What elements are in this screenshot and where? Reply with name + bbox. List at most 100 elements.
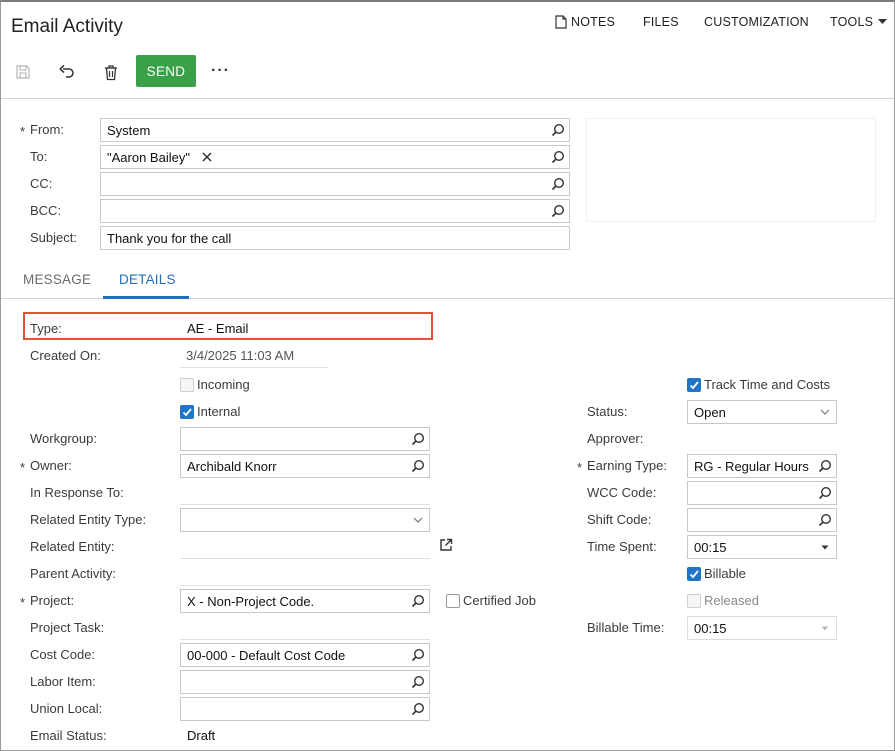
- status-label: Status:: [587, 404, 628, 419]
- send-button[interactable]: SEND: [136, 55, 196, 87]
- tools-menu[interactable]: TOOLS: [830, 15, 888, 29]
- cost-code-field[interactable]: 00-000 - Default Cost Code: [180, 643, 430, 667]
- from-field[interactable]: System: [100, 118, 570, 142]
- project-task-label: Project Task:: [30, 620, 105, 635]
- search-icon[interactable]: [411, 648, 425, 662]
- workgroup-field[interactable]: [180, 427, 430, 451]
- active-tab-indicator: [103, 296, 189, 299]
- search-icon[interactable]: [411, 702, 425, 716]
- attachment-preview-area: [586, 118, 876, 222]
- files-link[interactable]: FILES: [643, 15, 679, 29]
- notes-link[interactable]: NOTES: [555, 15, 615, 29]
- delete-button[interactable]: [99, 60, 123, 84]
- track-time-checkbox[interactable]: [687, 378, 701, 392]
- billable-time-label: Billable Time:: [587, 620, 665, 635]
- track-time-label: Track Time and Costs: [704, 377, 830, 392]
- related-entity-type-label: Related Entity Type:: [30, 512, 147, 527]
- search-icon[interactable]: [551, 123, 565, 137]
- search-icon[interactable]: [818, 459, 832, 473]
- caret-down-icon: [821, 626, 829, 631]
- wcc-code-label: WCC Code:: [587, 485, 657, 500]
- project-label: Project:: [30, 593, 75, 608]
- tab-details[interactable]: DETAILS: [119, 272, 176, 287]
- tab-message[interactable]: MESSAGE: [23, 272, 91, 287]
- more-actions-button[interactable]: ···: [211, 62, 230, 80]
- billable-checkbox[interactable]: [687, 567, 701, 581]
- incoming-checkbox[interactable]: [180, 378, 194, 392]
- checkmark-icon: [689, 570, 699, 579]
- chevron-down-icon: [820, 409, 830, 415]
- union-local-field[interactable]: [180, 697, 430, 721]
- cc-label: CC:: [30, 176, 53, 191]
- close-icon: [202, 152, 212, 162]
- undo-icon: [59, 64, 74, 78]
- in-response-to-label: In Response To:: [30, 485, 124, 500]
- email-status-value: Draft: [187, 728, 216, 743]
- earning-type-label: Earning Type:: [587, 458, 667, 473]
- type-value: AE - Email: [187, 321, 249, 336]
- wcc-code-field[interactable]: [687, 481, 837, 505]
- status-select[interactable]: Open: [687, 400, 837, 424]
- required-mark: *: [20, 124, 26, 139]
- trash-icon: [105, 64, 117, 80]
- search-icon[interactable]: [411, 459, 425, 473]
- created-on-label: Created On:: [30, 348, 101, 363]
- cc-field[interactable]: [100, 172, 570, 196]
- in-response-to-value: [180, 481, 430, 505]
- billable-time-select[interactable]: 00:15: [687, 616, 837, 640]
- search-icon[interactable]: [411, 594, 425, 608]
- shift-code-field[interactable]: [687, 508, 837, 532]
- related-entity-type-select[interactable]: [180, 508, 430, 532]
- labor-item-field[interactable]: [180, 670, 430, 694]
- page-title: Email Activity: [11, 16, 123, 37]
- search-icon[interactable]: [411, 675, 425, 689]
- approver-label: Approver:: [587, 431, 644, 446]
- internal-label: Internal: [197, 404, 241, 419]
- parent-activity-value: [180, 562, 430, 586]
- required-mark: *: [577, 460, 583, 475]
- type-label: Type:: [30, 321, 62, 336]
- certified-job-checkbox[interactable]: [446, 594, 460, 608]
- earning-type-field[interactable]: RG - Regular Hours: [687, 454, 837, 478]
- released-label: Released: [704, 593, 759, 608]
- search-icon[interactable]: [818, 513, 832, 527]
- remove-recipient-button[interactable]: [202, 150, 212, 165]
- owner-field[interactable]: Archibald Knorr: [180, 454, 430, 478]
- save-button[interactable]: [11, 60, 35, 84]
- recipient-chip: "Aaron Bailey": [107, 150, 190, 165]
- search-icon[interactable]: [818, 486, 832, 500]
- caret-down-icon: [878, 19, 888, 24]
- note-icon: [555, 15, 567, 29]
- project-task-value: [180, 616, 430, 640]
- cost-code-label: Cost Code:: [30, 647, 96, 662]
- related-entity-value: [180, 535, 430, 559]
- parent-activity-label: Parent Activity:: [30, 566, 116, 581]
- to-field[interactable]: "Aaron Bailey": [100, 145, 570, 169]
- subject-field[interactable]: Thank you for the call: [100, 226, 570, 250]
- external-link-icon: [440, 538, 453, 551]
- search-icon[interactable]: [551, 204, 565, 218]
- project-field[interactable]: X - Non-Project Code.: [180, 589, 430, 613]
- search-icon[interactable]: [551, 150, 565, 164]
- bcc-field[interactable]: [100, 199, 570, 223]
- billable-label: Billable: [704, 566, 746, 581]
- bcc-label: BCC:: [30, 203, 62, 218]
- caret-down-icon: [821, 545, 829, 550]
- email-status-label: Email Status:: [30, 728, 107, 743]
- chevron-down-icon: [413, 517, 423, 523]
- from-label: From:: [30, 122, 64, 137]
- required-mark: *: [20, 460, 26, 475]
- customization-link[interactable]: CUSTOMIZATION: [704, 15, 809, 29]
- search-icon[interactable]: [411, 432, 425, 446]
- owner-label: Owner:: [30, 458, 72, 473]
- toolbar-divider: [1, 98, 894, 99]
- time-spent-label: Time Spent:: [587, 539, 657, 554]
- internal-checkbox[interactable]: [180, 405, 194, 419]
- email-activity-window: Email Activity NOTES FILES CUSTOMIZATION…: [0, 0, 895, 751]
- time-spent-select[interactable]: 00:15: [687, 535, 837, 559]
- released-checkbox[interactable]: [687, 594, 701, 608]
- undo-button[interactable]: [55, 60, 79, 84]
- search-icon[interactable]: [551, 177, 565, 191]
- open-related-entity-button[interactable]: [439, 538, 453, 552]
- required-mark: *: [20, 595, 26, 610]
